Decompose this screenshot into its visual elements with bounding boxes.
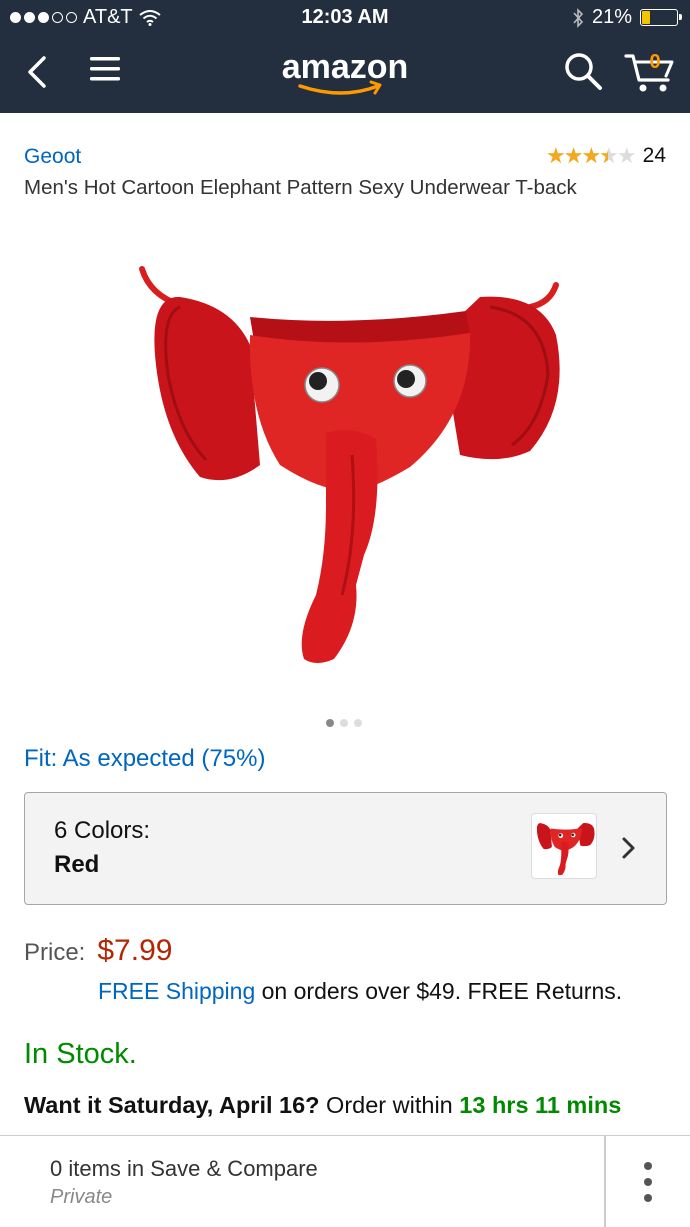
save-compare-label[interactable]: 0 items in Save & Compare bbox=[50, 1156, 318, 1182]
delivery-promise: Want it Saturday, April 16? Order within… bbox=[24, 1092, 621, 1119]
delivery-date: Want it Saturday, April 16? bbox=[24, 1092, 320, 1118]
price-label: Price: bbox=[24, 939, 86, 966]
availability-status: In Stock. bbox=[24, 1038, 137, 1070]
free-shipping-link[interactable]: FREE Shipping bbox=[98, 978, 255, 1004]
selected-color: Red bbox=[54, 851, 100, 878]
status-right: 21% bbox=[572, 6, 682, 29]
save-compare-bar: 0 items in Save & Compare Private bbox=[0, 1135, 690, 1227]
color-count-label: 6 Colors: bbox=[54, 817, 151, 844]
price-value: $7.99 bbox=[97, 934, 173, 967]
product-title: Men's Hot Cartoon Elephant Pattern Sexy … bbox=[24, 176, 577, 199]
back-icon[interactable] bbox=[22, 52, 56, 92]
menu-icon[interactable] bbox=[88, 54, 122, 84]
delivery-countdown: 13 hrs 11 mins bbox=[459, 1092, 622, 1118]
bluetooth-icon bbox=[573, 7, 584, 28]
chevron-right-icon bbox=[622, 837, 635, 859]
cart-icon[interactable]: 0 bbox=[624, 48, 676, 94]
color-selector[interactable]: 6 Colors: Red bbox=[24, 792, 667, 905]
more-options-icon[interactable] bbox=[638, 1160, 658, 1204]
review-count[interactable]: 24 bbox=[643, 144, 666, 168]
cart-count: 0 bbox=[649, 51, 660, 73]
shipping-info: FREE Shipping on orders over $49. FREE R… bbox=[98, 978, 622, 1005]
search-icon[interactable] bbox=[562, 50, 604, 92]
battery-percent: 21% bbox=[591, 6, 632, 28]
pager-dot-1[interactable] bbox=[326, 719, 334, 727]
shipping-text: on orders over $49. FREE Returns. bbox=[255, 978, 623, 1004]
pager-dot-3[interactable] bbox=[354, 719, 362, 727]
amazon-logo[interactable]: amazon bbox=[270, 44, 420, 100]
delivery-middle: Order within bbox=[319, 1092, 460, 1118]
brand-link[interactable]: Geoot bbox=[24, 145, 81, 169]
divider bbox=[604, 1136, 606, 1227]
battery-icon bbox=[640, 9, 682, 26]
star-rating-icon: ★★★★★ ★★★★★ bbox=[546, 143, 637, 168]
color-thumbnail bbox=[531, 813, 597, 879]
pager-dot-2[interactable] bbox=[340, 719, 348, 727]
top-bar: AT&T 12:03 AM 21% amazon 0 bbox=[0, 0, 690, 113]
fit-link[interactable]: Fit: As expected (75%) bbox=[24, 745, 265, 773]
status-bar: AT&T 12:03 AM 21% bbox=[0, 0, 690, 34]
rating[interactable]: ★★★★★ ★★★★★ 24 bbox=[546, 143, 666, 169]
nav-bar: amazon 0 bbox=[0, 34, 690, 113]
privacy-label: Private bbox=[50, 1186, 113, 1208]
price-row: Price: $7.99 bbox=[24, 934, 172, 968]
product-image[interactable] bbox=[120, 255, 570, 675]
battery-level bbox=[642, 11, 650, 24]
image-pager[interactable] bbox=[326, 719, 362, 727]
logo-text: amazon bbox=[282, 48, 409, 86]
